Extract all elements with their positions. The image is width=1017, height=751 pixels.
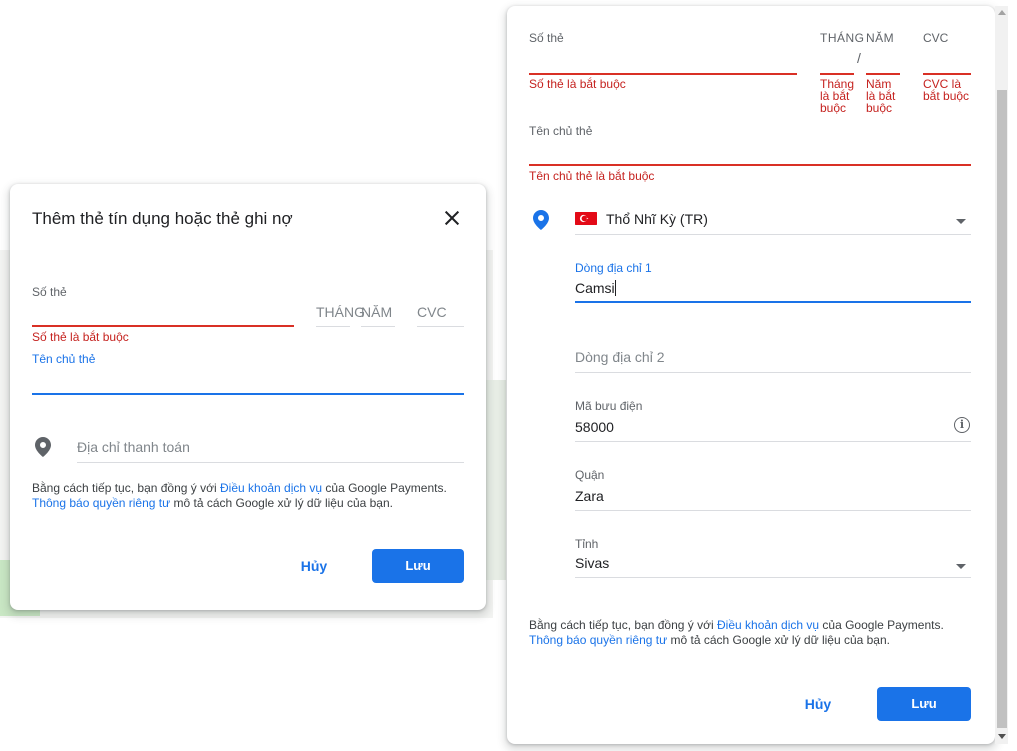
postal-code-input[interactable]: 58000 <box>575 419 614 435</box>
scrollbar-thumb[interactable] <box>997 90 1007 728</box>
card-number-input[interactable] <box>32 302 294 324</box>
cvc-label: CVC <box>923 31 949 45</box>
info-icon[interactable]: i <box>954 417 970 433</box>
province-value: Sivas <box>575 555 610 571</box>
year-underline <box>361 326 395 327</box>
cvc-underline <box>923 73 971 75</box>
cvc-input[interactable] <box>923 48 971 72</box>
country-value: Thổ Nhĩ Kỳ (TR) <box>606 211 708 227</box>
province-underline <box>575 577 971 578</box>
month-error: Tháng là bắt buộc <box>820 77 855 115</box>
address2-input[interactable]: Dòng địa chỉ 2 <box>575 349 665 365</box>
card-number-input[interactable] <box>529 48 797 72</box>
cvc-underline <box>417 326 464 327</box>
postal-code-underline <box>575 441 971 442</box>
close-icon[interactable] <box>442 208 462 228</box>
year-label: NĂM <box>866 31 895 45</box>
legal-text: Bằng cách tiếp tục, bạn đồng ý với Điều … <box>32 481 447 510</box>
turkey-flag-icon <box>575 212 597 225</box>
year-input[interactable]: NĂM <box>361 304 392 320</box>
card-number-label: Số thẻ <box>32 285 67 299</box>
location-pin-icon <box>533 210 549 230</box>
dialog-title: Thêm thẻ tín dụng hoặc thẻ ghi nợ <box>32 209 293 228</box>
cardholder-error: Tên chủ thẻ là bắt buộc <box>529 169 655 183</box>
map-edge <box>486 380 506 580</box>
card-number-error: Số thẻ là bắt buộc <box>32 330 129 344</box>
location-pin-icon <box>35 437 51 457</box>
cardholder-input[interactable] <box>32 368 464 392</box>
save-button[interactable]: Lưu <box>372 549 464 583</box>
scroll-up-arrow-icon[interactable] <box>998 10 1006 15</box>
address1-underline <box>575 301 971 303</box>
text-cursor <box>614 280 616 296</box>
card-number-underline <box>529 73 797 75</box>
cardholder-label: Tên chủ thẻ <box>529 124 593 138</box>
district-label: Quận <box>575 468 605 482</box>
card-number-error: Số thẻ là bắt buộc <box>529 77 626 91</box>
cardholder-input[interactable] <box>529 140 971 164</box>
year-underline <box>866 73 900 75</box>
add-card-dialog: Thêm thẻ tín dụng hoặc thẻ ghi nợ Số thẻ… <box>10 184 486 610</box>
district-underline <box>575 510 971 511</box>
cardholder-label: Tên chủ thẻ <box>32 352 96 366</box>
date-separator: / <box>857 50 861 66</box>
cardholder-underline <box>529 164 971 166</box>
scroll-down-arrow-icon[interactable] <box>998 734 1006 739</box>
month-input[interactable]: THÁNG <box>316 304 365 320</box>
month-input[interactable] <box>820 48 854 72</box>
save-button[interactable]: Lưu <box>877 687 971 721</box>
card-number-underline <box>32 325 294 327</box>
terms-link[interactable]: Điều khoản dịch vụ <box>220 481 322 495</box>
cancel-button[interactable]: Hủy <box>787 687 849 721</box>
address1-label: Dòng địa chỉ 1 <box>575 261 652 275</box>
billing-address-underline <box>77 462 464 463</box>
terms-link[interactable]: Điều khoản dịch vụ <box>717 618 819 632</box>
chevron-down-icon <box>956 219 966 224</box>
postal-code-label: Mã bưu điện <box>575 399 643 413</box>
country-select[interactable]: Thổ Nhĩ Kỳ (TR) <box>575 206 971 234</box>
province-label: Tỉnh <box>575 537 599 551</box>
chevron-down-icon <box>956 564 966 569</box>
cardholder-underline <box>32 393 464 395</box>
address1-input[interactable]: Camsi <box>575 280 971 300</box>
province-select[interactable]: Sivas <box>575 553 971 577</box>
month-label: THÁNG <box>820 31 865 45</box>
cvc-error: CVC là bắt buộc <box>923 77 970 103</box>
billing-address-input[interactable]: Địa chỉ thanh toán <box>77 439 190 455</box>
month-underline <box>316 326 350 327</box>
month-underline <box>820 73 854 75</box>
privacy-link[interactable]: Thông báo quyền riêng tư <box>32 496 170 510</box>
cancel-button[interactable]: Hủy <box>284 549 344 583</box>
district-input[interactable]: Zara <box>575 488 604 504</box>
country-underline <box>575 234 971 235</box>
cvc-input[interactable]: CVC <box>417 304 447 320</box>
privacy-link[interactable]: Thông báo quyền riêng tư <box>529 633 667 647</box>
add-card-dialog-expanded: Số thẻ Số thẻ là bắt buộc THÁNG Tháng là… <box>507 6 995 744</box>
year-error: Năm là bắt buộc <box>866 77 896 115</box>
card-number-label: Số thẻ <box>529 31 564 45</box>
year-input[interactable] <box>866 48 900 72</box>
legal-text: Bằng cách tiếp tục, bạn đồng ý với Điều … <box>529 618 944 647</box>
address2-underline <box>575 372 971 373</box>
